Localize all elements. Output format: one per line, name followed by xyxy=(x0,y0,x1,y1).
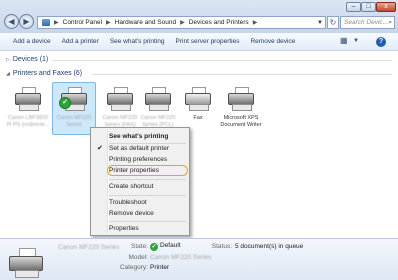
breadcrumb-devices-and-printers[interactable]: Devices and Printers xyxy=(189,19,249,26)
menu-separator xyxy=(109,143,186,144)
status-value: 5 document(s) in queue xyxy=(235,243,304,250)
group-divider xyxy=(92,74,392,75)
search-placeholder: Search Devic... xyxy=(344,19,389,26)
printers-group-label: Printers and Faxes (6) xyxy=(12,70,83,77)
devices-group-label: Devices (1) xyxy=(12,56,49,63)
breadcrumb-separator-icon: ▶ xyxy=(106,20,111,26)
devices-and-printers-window: – □ x ◀ ▶ ▶ Control Panel ▶ Hardware and… xyxy=(0,0,398,280)
model-value: Canon MF220 Series xyxy=(150,254,212,261)
menu-item-create-shortcut[interactable]: Create shortcut xyxy=(109,183,153,190)
status-key: Status: xyxy=(211,243,232,250)
printer-item[interactable]: Microsoft XPS Document Writer xyxy=(219,86,263,128)
details-pane: Canon MF220 Series State: ✓ Default Model… xyxy=(0,238,398,280)
title-bar: – □ x ◀ ▶ ▶ Control Panel ▶ Hardware and… xyxy=(0,0,398,34)
printer-item[interactable]: Canon LBP3820 Pl PS (redirecte... xyxy=(6,86,50,128)
close-button[interactable]: x xyxy=(376,2,396,12)
default-check-icon: ✓ xyxy=(59,97,71,109)
state-key: State: xyxy=(131,243,148,250)
menu-item-printing-preferences[interactable]: Printing preferences xyxy=(109,156,167,163)
menu-item-set-default-printer[interactable]: Set as default printer xyxy=(109,145,169,152)
minimize-button[interactable]: – xyxy=(346,2,361,12)
printer-item-selected[interactable]: ✓ Canon MF220 Series xyxy=(52,82,96,135)
search-icon[interactable]: ⌕ xyxy=(388,17,392,28)
fax-icon xyxy=(184,86,212,112)
printer-icon xyxy=(14,86,42,112)
back-button[interactable]: ◀ xyxy=(4,14,19,29)
breadcrumb-control-panel[interactable]: Control Panel xyxy=(63,19,102,26)
printer-icon xyxy=(8,247,44,278)
printers-group-header[interactable]: ◢ Printers and Faxes (6) xyxy=(6,70,82,77)
menu-item-see-whats-printing[interactable]: See what's printing xyxy=(109,133,168,140)
printer-icon xyxy=(144,86,172,112)
breadcrumb-separator-icon: ▶ xyxy=(54,20,59,26)
expand-arrow-icon[interactable]: ▷ xyxy=(6,57,10,63)
search-input[interactable]: Search Devic... ⌕ xyxy=(340,16,395,29)
breadcrumb-separator-icon: ▶ xyxy=(252,20,258,26)
menu-separator xyxy=(109,195,186,196)
chevron-down-icon[interactable]: ▼ xyxy=(315,20,325,26)
see-whats-printing-button[interactable]: See what's printing xyxy=(110,38,165,45)
add-device-button[interactable]: Add a device xyxy=(13,38,51,45)
remove-device-button[interactable]: Remove device xyxy=(250,38,295,45)
state-value: ✓ Default xyxy=(150,242,181,251)
printer-icon xyxy=(106,86,134,112)
address-bar[interactable]: ▶ Control Panel ▶ Hardware and Sound ▶ D… xyxy=(37,16,326,29)
menu-separator xyxy=(109,179,186,180)
category-key: Category: xyxy=(119,264,148,271)
printer-item[interactable]: Fax xyxy=(176,86,220,122)
printer-icon xyxy=(227,86,255,112)
help-icon[interactable]: ? xyxy=(376,37,386,47)
menu-item-properties[interactable]: Properties xyxy=(109,225,139,232)
state-value-text: Default xyxy=(160,242,181,249)
category-value: Printer xyxy=(150,264,170,271)
views-icon[interactable]: ▦ xyxy=(340,36,348,45)
printer-label: Microsoft XPS Document Writer xyxy=(220,115,262,128)
menu-separator xyxy=(109,221,186,222)
forward-button[interactable]: ▶ xyxy=(19,14,34,29)
breadcrumb-separator-icon: ▶ xyxy=(180,20,185,26)
command-toolbar: Add a device Add a printer See what's pr… xyxy=(0,33,398,51)
context-menu: See what's printing ✔ Set as default pri… xyxy=(90,127,190,236)
breadcrumb-hardware-and-sound[interactable]: Hardware and Sound xyxy=(115,19,176,26)
maximize-button[interactable]: □ xyxy=(361,2,376,12)
printer-icon: ✓ xyxy=(59,86,88,112)
add-printer-button[interactable]: Add a printer xyxy=(62,38,99,45)
check-icon: ✔ xyxy=(97,145,103,152)
control-panel-icon xyxy=(42,19,50,26)
details-device-name: Canon MF220 Series xyxy=(58,244,120,251)
chevron-down-icon[interactable]: ▼ xyxy=(353,38,359,44)
devices-group-header[interactable]: ▷ Devices (1) xyxy=(6,56,48,63)
menu-item-printer-properties[interactable]: Printer properties xyxy=(109,167,159,174)
default-check-icon: ✓ xyxy=(150,243,158,251)
printer-item[interactable]: Canon MF220 Series (PCL) xyxy=(136,86,180,128)
menu-item-remove-device[interactable]: Remove device xyxy=(109,210,154,217)
refresh-button[interactable]: ↻ xyxy=(327,16,339,29)
model-key: Model: xyxy=(128,254,148,261)
collapse-arrow-icon[interactable]: ◢ xyxy=(6,71,10,77)
menu-item-troubleshoot[interactable]: Troubleshoot xyxy=(109,199,147,206)
printer-label: Fax xyxy=(193,115,203,121)
group-divider xyxy=(52,60,392,61)
print-server-properties-button[interactable]: Print server properties xyxy=(176,38,240,45)
printer-label: Canon LBP3820 Pl PS (redirecte... xyxy=(6,115,50,128)
